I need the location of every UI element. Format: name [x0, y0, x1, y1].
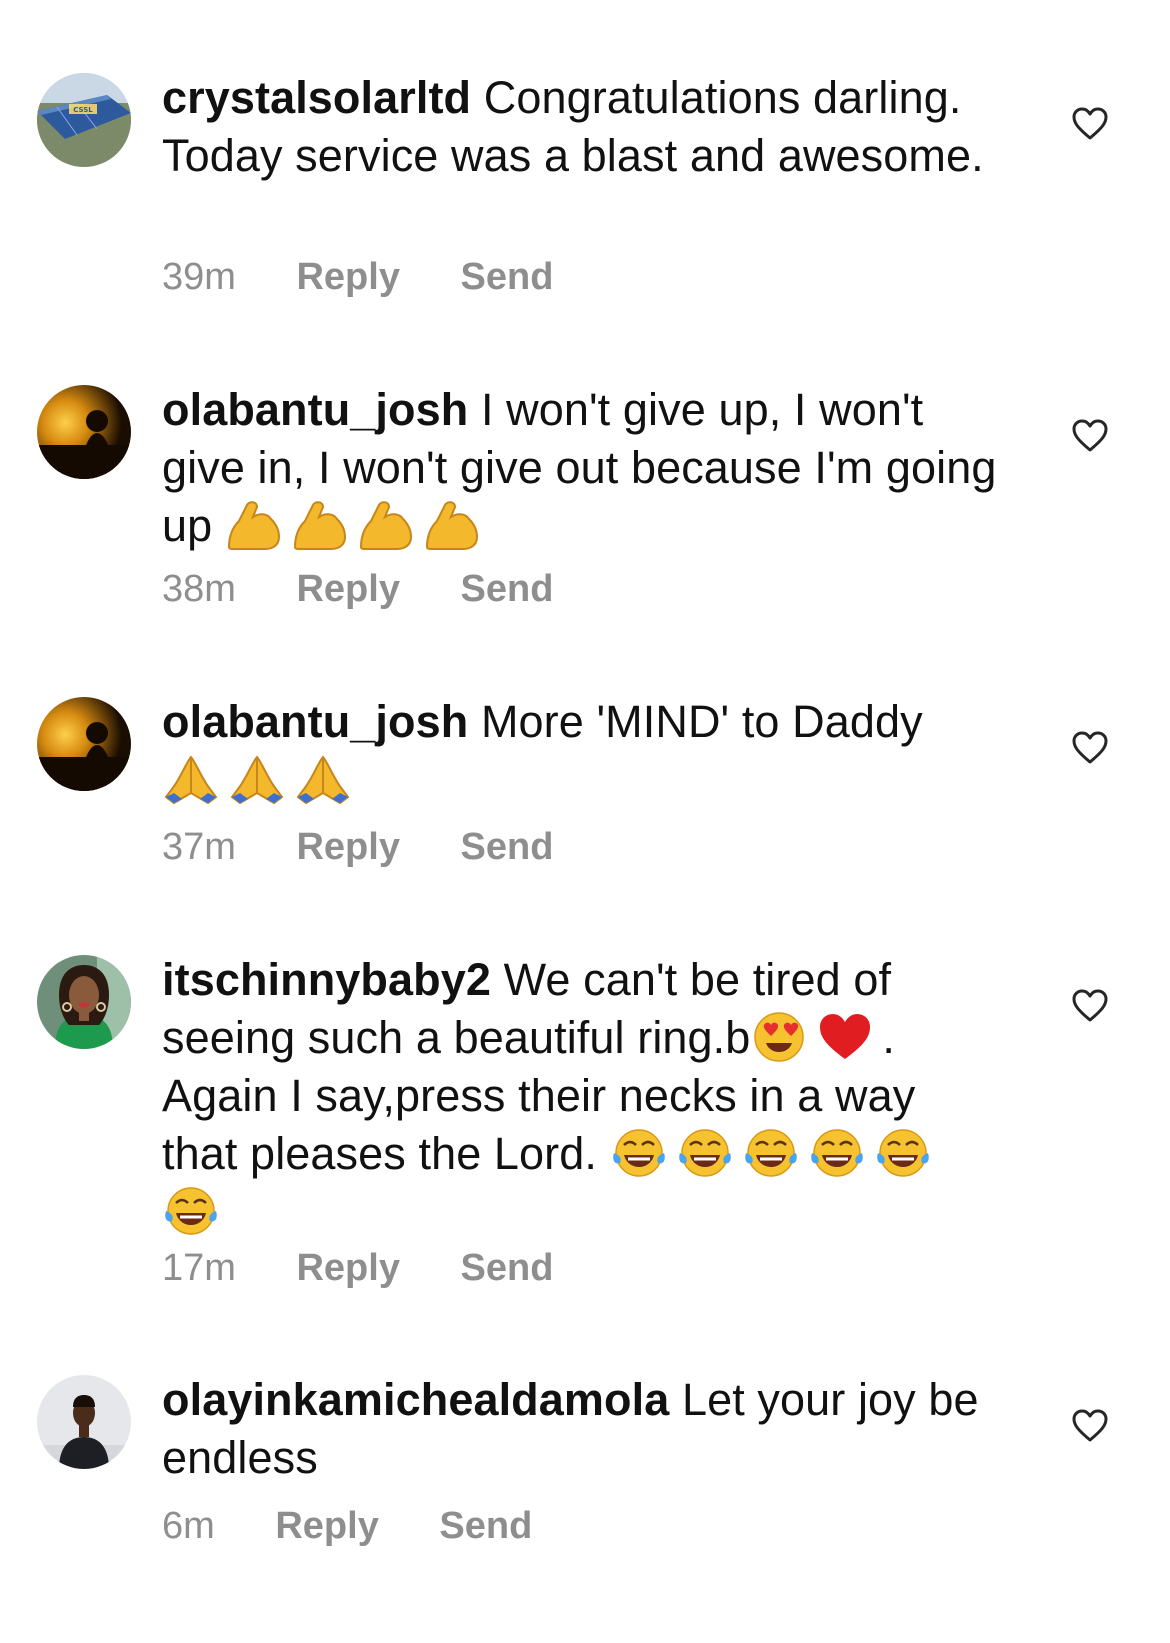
reply-button[interactable]: Reply: [296, 255, 399, 299]
comment-meta: 17m Reply Send: [162, 1246, 603, 1290]
send-button[interactable]: Send: [461, 1246, 554, 1290]
comment-time: 38m: [162, 568, 236, 610]
reply-button[interactable]: Reply: [296, 825, 399, 869]
emoji-group: [225, 500, 489, 551]
comment-text: itschinnybaby2 We can't be tired of seei…: [162, 951, 1002, 1241]
heart-outline-icon[interactable]: [1072, 107, 1108, 141]
avatar-itschinnybaby2[interactable]: [37, 955, 131, 1049]
reply-button[interactable]: Reply: [275, 1504, 378, 1548]
red-heart-emoji: [816, 1011, 874, 1063]
comment-username[interactable]: olayinkamichealdamola: [162, 1374, 669, 1425]
comment-time: 17m: [162, 1247, 236, 1289]
comment-body: More 'MIND' to Daddy: [480, 696, 923, 747]
tears-of-joy-emoji: [610, 1127, 668, 1179]
tears-of-joy-emoji: [808, 1127, 866, 1179]
flexed-biceps-emoji: [291, 499, 349, 551]
comment-time: 37m: [162, 826, 236, 868]
send-button[interactable]: Send: [439, 1504, 532, 1548]
comment-meta: 6m Reply Send: [162, 1504, 582, 1548]
tears-of-joy-emoji: [676, 1127, 734, 1179]
svg-text:CSSL: CSSL: [73, 106, 93, 114]
reply-button[interactable]: Reply: [296, 567, 399, 611]
comment-username[interactable]: olabantu_josh: [162, 696, 468, 747]
comment-username[interactable]: crystalsolarltd: [162, 72, 471, 123]
flexed-biceps-emoji: [357, 499, 415, 551]
comment-username[interactable]: itschinnybaby2: [162, 954, 491, 1005]
comment-meta: 38m Reply Send: [162, 567, 603, 611]
comment-time: 39m: [162, 256, 236, 298]
flexed-biceps-emoji: [225, 499, 283, 551]
comment-text: olabantu_josh More 'MIND' to Daddy: [162, 693, 1002, 809]
folded-hands-emoji: [294, 753, 352, 805]
folded-hands-emoji: [228, 753, 286, 805]
heart-outline-icon[interactable]: [1072, 731, 1108, 765]
heart-outline-icon[interactable]: [1072, 419, 1108, 453]
avatar-crystalsolarltd[interactable]: CSSL: [37, 73, 131, 167]
comment-text: crystalsolarltd Congratulations darling.…: [162, 69, 1002, 185]
tears-of-joy-emoji: [742, 1127, 800, 1179]
comment-meta: 39m Reply Send: [162, 255, 603, 299]
comment-meta: 37m Reply Send: [162, 825, 603, 869]
reply-button[interactable]: Reply: [296, 1246, 399, 1290]
heart-outline-icon[interactable]: [1072, 1409, 1108, 1443]
comment-text: olayinkamichealdamola Let your joy be en…: [162, 1371, 1002, 1487]
comment-text: olabantu_josh I won't give up, I won't g…: [162, 381, 1002, 555]
flexed-biceps-emoji: [423, 499, 481, 551]
send-button[interactable]: Send: [461, 567, 554, 611]
send-button[interactable]: Send: [461, 255, 554, 299]
avatar-olabantu-josh[interactable]: [37, 385, 131, 479]
folded-hands-emoji: [162, 753, 220, 805]
avatar-olayinkamichealdamola[interactable]: [37, 1375, 131, 1469]
send-button[interactable]: Send: [461, 825, 554, 869]
heart-eyes-emoji: [750, 1011, 808, 1063]
emoji-group: [162, 754, 360, 805]
avatar-olabantu-josh[interactable]: [37, 697, 131, 791]
tears-of-joy-emoji: [162, 1185, 220, 1237]
heart-outline-icon[interactable]: [1072, 989, 1108, 1023]
comment-username[interactable]: olabantu_josh: [162, 384, 468, 435]
comment-time: 6m: [162, 1505, 215, 1547]
tears-of-joy-emoji: [874, 1127, 932, 1179]
